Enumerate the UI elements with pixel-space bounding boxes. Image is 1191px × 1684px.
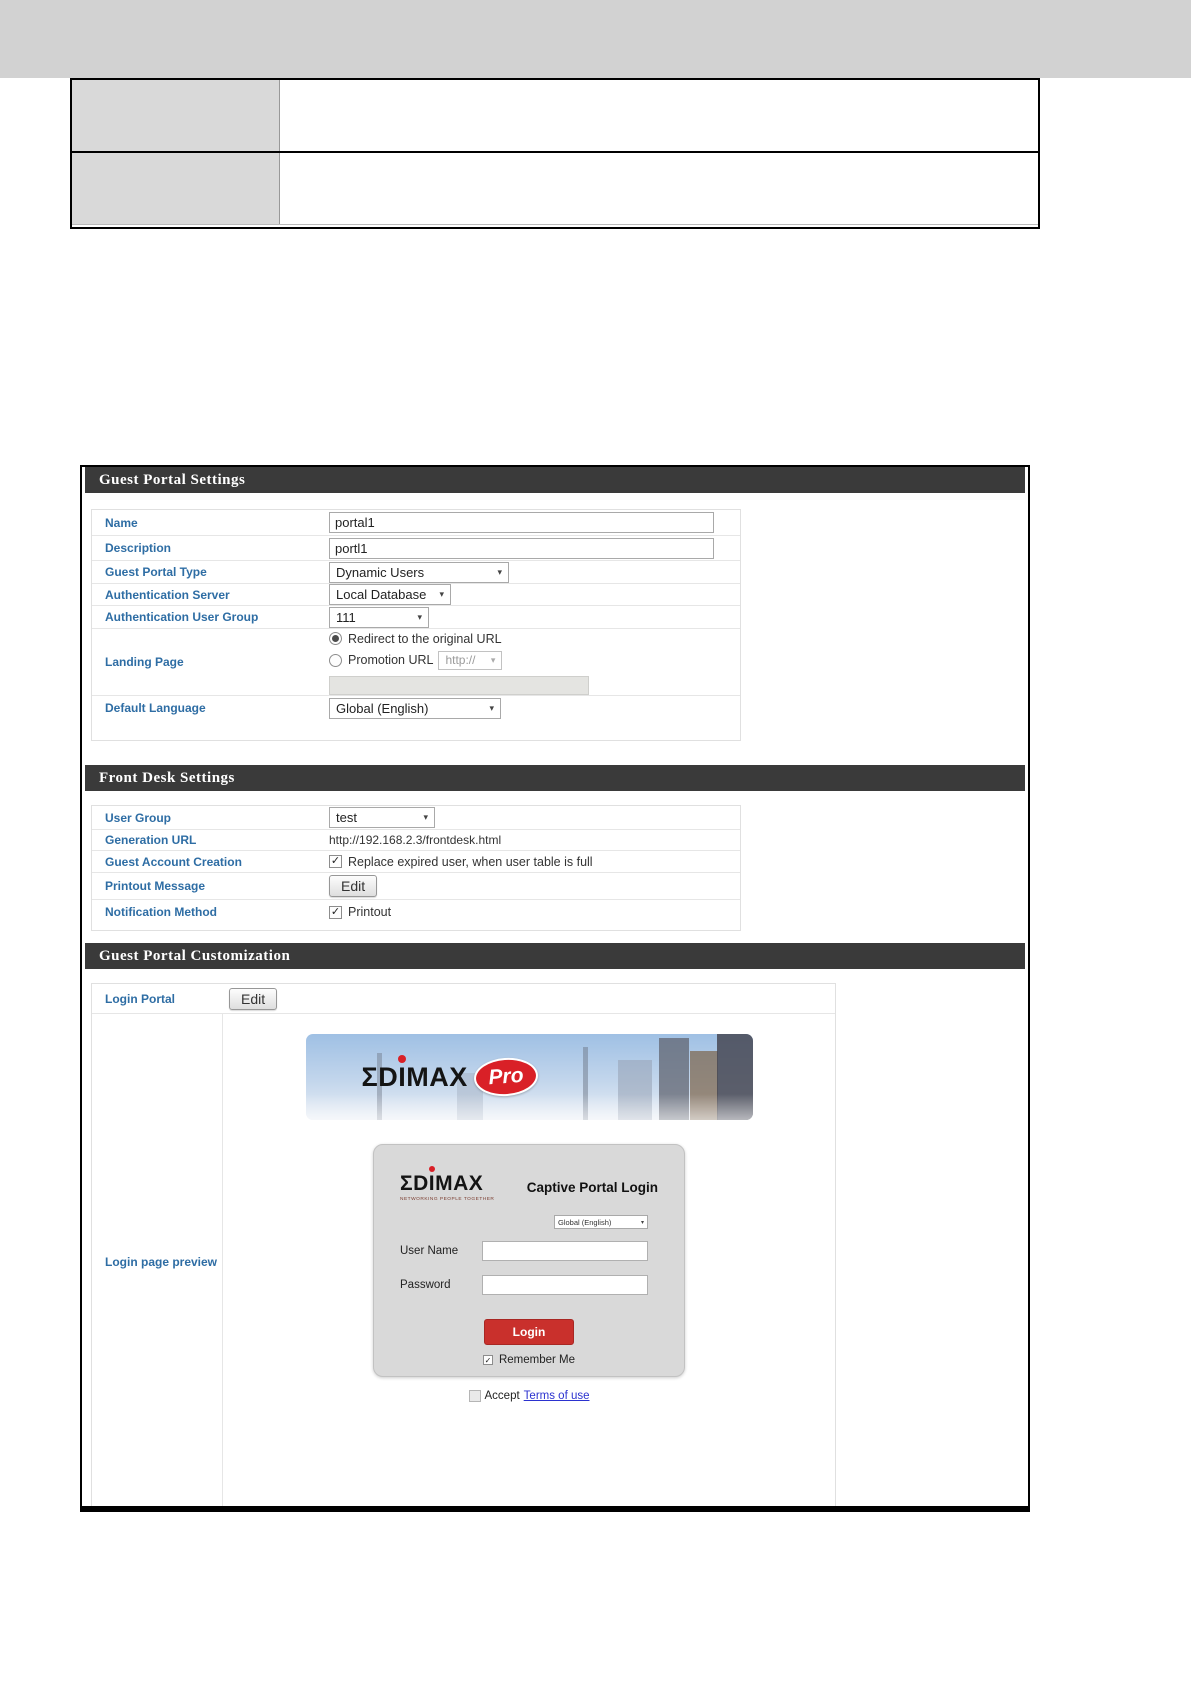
printout-edit-button[interactable]: Edit [329,875,378,897]
row-login-portal: Login Portal Edit [92,984,835,1014]
landing-page-label: Landing Page [105,655,184,669]
radio-unselected-icon[interactable] [329,653,342,667]
description-input[interactable] [329,537,714,559]
edimax-tagline: NETWORKING PEOPLE TOGETHER [400,1197,495,1202]
row-name: Name [92,510,740,536]
brand-dot-icon [428,1166,435,1172]
portal-banner-image: ΣD IMAX Pro [305,1034,753,1120]
table-cell-body [280,153,1038,224]
chevron-down-icon: ▾ [497,566,502,577]
guest-portal-settings-screenshot: Guest Portal Settings Name Description G… [80,465,1030,1512]
remember-me-checkbox[interactable]: ✓ [482,1355,493,1365]
brand-dot-icon [398,1054,407,1063]
authentication-user-group-label: Authentication User Group [105,610,259,624]
generation-url-value: http://192.168.2.3/frontdesk.html [329,833,502,847]
table-cell-header [72,80,280,151]
table-cell-body [280,80,1038,151]
redirect-option[interactable]: Redirect to the original URL [329,632,502,646]
preview-language-select[interactable]: Global (English) ▾ [554,1215,648,1229]
radio-selected-icon[interactable] [329,632,342,645]
selected-value: Local Database [336,587,427,602]
chevron-down-icon: ▾ [490,654,496,665]
login-button[interactable]: Login [484,1319,574,1345]
authentication-server-select[interactable]: Local Database ▾ [329,584,451,605]
guest-portal-type-select[interactable]: Dynamic Users ▾ [329,561,509,583]
row-login-page-preview: Login page preview ΣD IMAX Pro ΣD IMAX N… [92,1014,835,1506]
user-group-label: User Group [105,810,172,825]
guest-portal-customization-panel: Login Portal Edit Login page preview ΣD … [91,983,836,1506]
login-page-preview: ΣD IMAX Pro ΣD IMAX NETWORKING PEOPLE TOGE… [222,1014,835,1506]
user-group-select[interactable]: test ▾ [329,807,435,828]
name-input[interactable] [329,512,714,533]
default-language-select[interactable]: Global (English) ▾ [329,697,501,719]
name-label: Name [105,515,138,530]
selected-value: Dynamic Users [336,564,425,580]
authentication-server-label: Authentication Server [105,587,230,602]
edimax-pro-logo: ΣD IMAX Pro [362,1054,539,1099]
generation-url-label: Generation URL [105,833,197,847]
row-notification-method: Notification Method ✓ Printout [92,900,740,924]
notification-method-label: Notification Method [105,905,217,919]
chevron-down-icon: ▾ [417,611,422,622]
selected-value: Global (English) [336,700,429,716]
row-description: Description [92,536,740,561]
login-portal-edit-button[interactable]: Edit [229,987,278,1010]
guest-portal-settings-panel: Name Description Guest Portal Type Dynam… [91,509,741,741]
checkbox-checked-icon[interactable]: ✓ [329,905,342,919]
chevron-down-icon: ▾ [423,812,428,822]
table-row [72,153,1038,225]
section-header-guest-portal-settings: Guest Portal Settings [85,467,1025,493]
section-header-front-desk-settings: Front Desk Settings [85,765,1025,791]
row-guest-account-creation: Guest Account Creation ✓ Replace expired… [92,851,740,873]
description-label: Description [105,541,172,555]
table-cell-header [72,153,280,224]
selected-value: test [336,810,357,825]
section-title: Front Desk Settings [99,769,235,786]
accept-label: Accept [484,1390,520,1402]
chevron-down-icon: ▾ [640,1219,644,1226]
chevron-down-icon: ▾ [489,702,494,713]
front-desk-settings-panel: User Group test ▾ Generation URL http://… [91,805,741,931]
terms-of-use-link[interactable]: Terms of use [524,1390,590,1402]
captive-portal-login-card: ΣD IMAX NETWORKING PEOPLE TOGETHER Captiv… [373,1144,685,1377]
captive-portal-login-title: Captive Portal Login [526,1179,658,1195]
edimax-logo: ΣD IMAX NETWORKING PEOPLE TOGETHER [400,1166,495,1202]
chevron-down-icon: ▾ [439,589,444,599]
table-row [72,80,1038,153]
section-title: Guest Portal Customization [99,947,291,964]
default-language-label: Default Language [105,701,206,715]
pro-badge: Pro [472,1055,539,1099]
row-generation-url: Generation URL http://192.168.2.3/frontd… [92,830,740,851]
password-input[interactable] [482,1275,648,1295]
accept-terms-checkbox[interactable] [468,1390,481,1402]
guest-portal-type-label: Guest Portal Type [105,565,207,579]
remember-me-label: Remember Me [498,1354,576,1366]
row-printout-message: Printout Message Edit [92,873,740,900]
username-label: User Name [400,1245,459,1257]
login-page-preview-label: Login page preview [105,1255,218,1269]
url-scheme-select[interactable]: http:// ▾ [438,650,503,670]
row-default-language: Default Language Global (English) ▾ [92,696,740,720]
username-input[interactable] [482,1241,648,1261]
promotion-url-input[interactable] [329,675,589,695]
row-landing-page: Landing Page Redirect to the original UR… [92,629,740,696]
password-label: Password [400,1279,451,1291]
selected-value: 111 [336,609,356,625]
guest-account-creation-label: Guest Account Creation [105,854,242,869]
login-portal-label: Login Portal [105,991,175,1006]
section-header-guest-portal-customization: Guest Portal Customization [85,943,1025,969]
promotion-url-option[interactable]: Promotion URL http:// ▾ [329,650,503,670]
printout-message-label: Printout Message [105,879,206,893]
section-title: Guest Portal Settings [99,471,246,488]
page-top-margin-band [0,0,1191,78]
row-user-group: User Group test ▾ [92,806,740,830]
reference-table [70,78,1040,229]
authentication-user-group-select[interactable]: 111 ▾ [329,606,429,628]
checkbox-checked-icon[interactable]: ✓ [329,855,342,868]
